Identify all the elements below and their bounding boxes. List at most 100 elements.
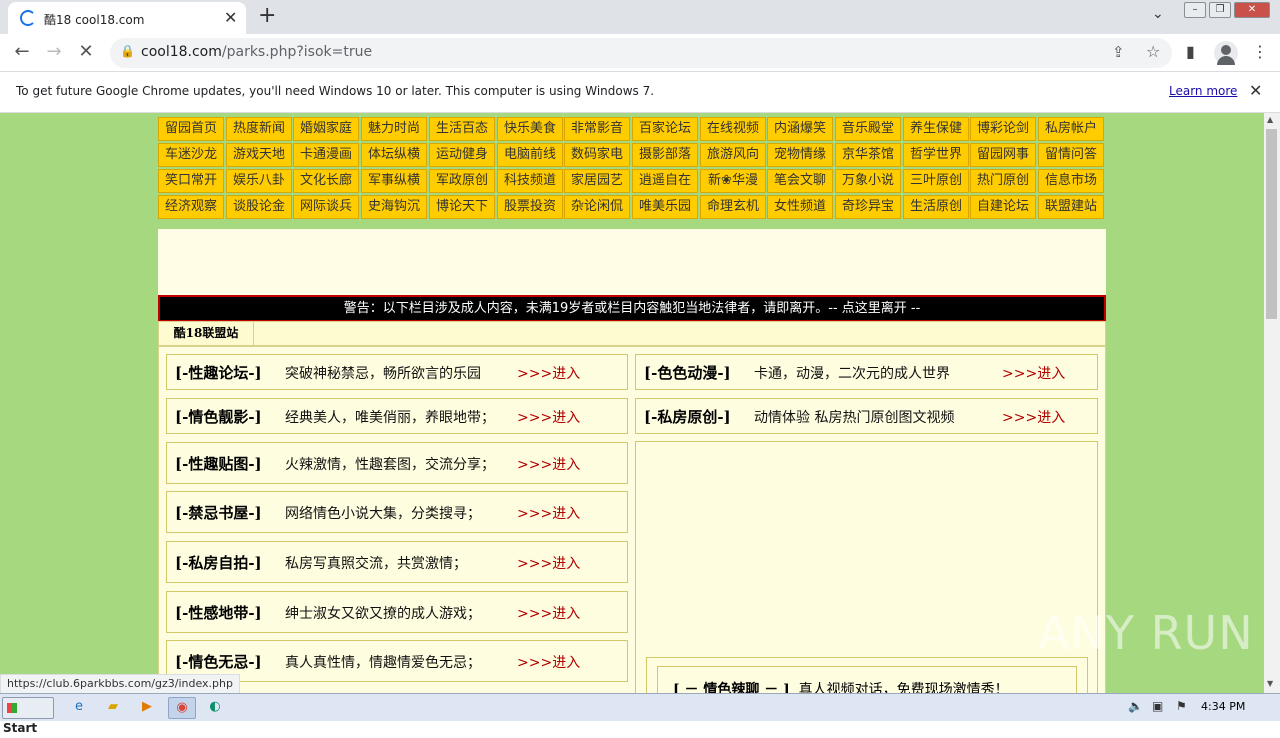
nav-link[interactable]: 女性频道 xyxy=(767,195,833,219)
nav-link[interactable]: 哲学世界 xyxy=(903,143,969,167)
scroll-up-icon[interactable]: ▲ xyxy=(1267,115,1273,124)
nav-link[interactable]: 万象小说 xyxy=(835,169,901,193)
nav-link[interactable]: 运动健身 xyxy=(429,143,495,167)
network-icon[interactable]: ▣ xyxy=(1152,699,1163,713)
forward-arrow-icon[interactable]: → xyxy=(44,41,64,62)
nav-link[interactable]: 杂论闲侃 xyxy=(564,195,630,219)
speaker-icon[interactable]: 🔈 xyxy=(1128,699,1143,713)
back-arrow-icon[interactable]: ← xyxy=(12,41,32,62)
section-item[interactable]: [-性趣贴图-] 火辣激情，性趣套图，交流分享； >>>进入 xyxy=(166,442,628,484)
nav-link[interactable]: 命理玄机 xyxy=(700,195,766,219)
tab-close-icon[interactable]: ✕ xyxy=(224,8,237,27)
nav-link[interactable]: 留园首页 xyxy=(158,117,224,141)
nav-link[interactable]: 热门原创 xyxy=(970,169,1036,193)
nav-link[interactable]: 笔会文聊 xyxy=(767,169,833,193)
nav-link[interactable]: 养生保健 xyxy=(903,117,969,141)
flag-icon[interactable]: ⚑ xyxy=(1176,699,1187,713)
nav-link[interactable]: 唯美乐园 xyxy=(632,195,698,219)
nav-link[interactable]: 数码家电 xyxy=(564,143,630,167)
section-item[interactable]: [-性感地带-] 绅士淑女又欲又撩的成人游戏； >>>进入 xyxy=(166,591,628,633)
nav-link[interactable]: 奇珍异宝 xyxy=(835,195,901,219)
section-item[interactable]: [-禁忌书屋-] 网络情色小说大集，分类搜寻； >>>进入 xyxy=(166,491,628,533)
start-button[interactable]: Start xyxy=(2,697,54,735)
nav-link[interactable]: 博彩论剑 xyxy=(970,117,1036,141)
ie-icon[interactable]: e xyxy=(68,697,90,717)
nav-link[interactable]: 博论天下 xyxy=(429,195,495,219)
nav-link[interactable]: 军政原创 xyxy=(429,169,495,193)
nav-link[interactable]: 笑口常开 xyxy=(158,169,224,193)
nav-link[interactable]: 家居园艺 xyxy=(564,169,630,193)
nav-link[interactable]: 留情问答 xyxy=(1038,143,1104,167)
nav-link[interactable]: 非常影音 xyxy=(564,117,630,141)
nav-link[interactable]: 网际谈兵 xyxy=(293,195,359,219)
enter-link[interactable]: >>>进入 xyxy=(517,363,580,383)
url-text[interactable]: cool18.com/parks.php?isok=true xyxy=(141,44,372,60)
learn-more-link[interactable]: Learn more xyxy=(1169,84,1237,98)
side-panel-icon[interactable]: ▮ xyxy=(1186,42,1195,61)
section-item[interactable]: [-性趣论坛-] 突破神秘禁忌，畅所欲言的乐园 >>>进入 xyxy=(166,354,628,390)
restore-button[interactable]: ❐ xyxy=(1209,2,1231,18)
nav-link[interactable]: 军事纵横 xyxy=(361,169,427,193)
section-name[interactable]: [-色色动漫-] xyxy=(644,362,731,383)
nav-link[interactable]: 史海钩沉 xyxy=(361,195,427,219)
nav-link[interactable]: 电脑前线 xyxy=(497,143,563,167)
section-name[interactable]: [-性趣贴图-] xyxy=(175,453,262,474)
nav-link[interactable]: 生活原创 xyxy=(903,195,969,219)
nav-link[interactable]: 在线视频 xyxy=(700,117,766,141)
enter-link[interactable]: >>>进入 xyxy=(517,407,580,427)
nav-link[interactable]: 摄影部落 xyxy=(632,143,698,167)
new-tab-icon[interactable]: + xyxy=(258,3,276,28)
nav-link[interactable]: 经济观察 xyxy=(158,195,224,219)
nav-link[interactable]: 体坛纵横 xyxy=(361,143,427,167)
nav-link[interactable]: 股票投资 xyxy=(497,195,563,219)
share-icon[interactable]: ⇪ xyxy=(1112,43,1125,61)
enter-link[interactable]: >>>进入 xyxy=(517,454,580,474)
scrollbar-thumb[interactable] xyxy=(1266,129,1277,319)
nav-link[interactable]: 快乐美食 xyxy=(497,117,563,141)
chrome-icon[interactable]: ◉ xyxy=(168,697,196,719)
bookmark-star-icon[interactable]: ☆ xyxy=(1146,42,1160,61)
section-name[interactable]: [-情色无忌-] xyxy=(175,651,262,672)
nav-link[interactable]: 娱乐八卦 xyxy=(226,169,292,193)
enter-link[interactable]: >>>进入 xyxy=(1002,407,1065,427)
nav-link[interactable]: 私房帐户 xyxy=(1038,117,1104,141)
infobar-close-icon[interactable]: ✕ xyxy=(1249,81,1262,100)
section-name[interactable]: [-私房自拍-] xyxy=(175,552,262,573)
adult-warning-bar[interactable]: 警告：以下栏目涉及成人内容，未满19岁者或栏目内容触犯当地法律者，请即离开。--… xyxy=(158,295,1106,322)
enter-link[interactable]: >>>进入 xyxy=(517,503,580,523)
chat-section[interactable]: [ － 情色辣聊 － ] 真人视频对话，免费现场激情秀！ xyxy=(673,679,1009,693)
site-label[interactable]: 酷18联盟站 xyxy=(159,322,254,345)
nav-link[interactable]: 内涵爆笑 xyxy=(767,117,833,141)
lock-icon[interactable]: 🔒 xyxy=(120,44,135,58)
nav-link[interactable]: 热度新闻 xyxy=(226,117,292,141)
nav-link[interactable]: 谈股论金 xyxy=(226,195,292,219)
nav-link[interactable]: 卡通漫画 xyxy=(293,143,359,167)
nav-link[interactable]: 百家论坛 xyxy=(632,117,698,141)
nav-link[interactable]: 留园网事 xyxy=(970,143,1036,167)
section-item[interactable]: [-情色靓影-] 经典美人，唯美俏丽，养眼地带； >>>进入 xyxy=(166,398,628,434)
explorer-folder-icon[interactable]: ▰ xyxy=(102,697,124,717)
stop-icon[interactable]: ✕ xyxy=(76,41,96,62)
nav-link[interactable]: 文化长廊 xyxy=(293,169,359,193)
browser-tab[interactable]: 酷18 cool18.com ✕ xyxy=(8,2,246,34)
nav-link[interactable]: 魅力时尚 xyxy=(361,117,427,141)
nav-link[interactable]: 科技频道 xyxy=(497,169,563,193)
nav-link[interactable]: 联盟建站 xyxy=(1038,195,1104,219)
nav-link[interactable]: 信息市场 xyxy=(1038,169,1104,193)
nav-link[interactable]: 自建论坛 xyxy=(970,195,1036,219)
scroll-down-icon[interactable]: ▼ xyxy=(1267,679,1273,688)
enter-link[interactable]: >>>进入 xyxy=(517,652,580,672)
nav-link[interactable]: 逍遥自在 xyxy=(632,169,698,193)
chevron-down-icon[interactable]: ⌄ xyxy=(1152,6,1164,22)
enter-link[interactable]: >>>进入 xyxy=(1002,363,1065,383)
nav-link[interactable]: 京华茶馆 xyxy=(835,143,901,167)
nav-link[interactable]: 旅游风向 xyxy=(700,143,766,167)
section-name[interactable]: [-性感地带-] xyxy=(175,602,262,623)
enter-link[interactable]: >>>进入 xyxy=(517,553,580,573)
nav-link[interactable]: 新❀华漫 xyxy=(700,169,766,193)
nav-link[interactable]: 游戏天地 xyxy=(226,143,292,167)
section-item[interactable]: [-私房自拍-] 私房写真照交流，共赏激情； >>>进入 xyxy=(166,541,628,583)
minimize-button[interactable]: – xyxy=(1184,2,1206,18)
address-bar[interactable]: 🔒 cool18.com/parks.php?isok=true ⇪ ☆ xyxy=(110,38,1172,68)
section-name[interactable]: [-性趣论坛-] xyxy=(175,362,262,383)
